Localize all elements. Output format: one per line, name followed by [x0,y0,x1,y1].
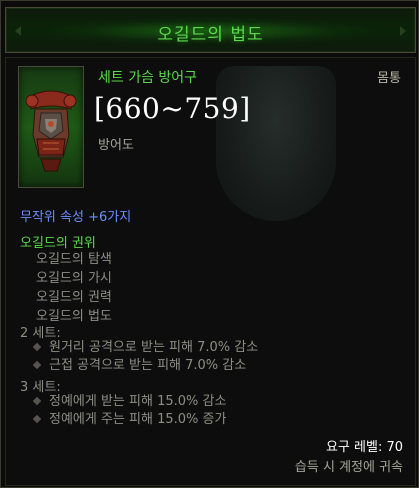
set-bonus-text: 정예에게 받는 피해 15.0% 감소 [49,394,227,409]
item-type: 세트 가슴 방어구 [98,70,198,86]
bullet-diamond-icon [32,360,42,370]
random-properties: 무작위 속성 +6가지 [20,210,132,225]
tooltip-body: 세트 가슴 방어구 몸통 [660~759] 방어도 무작위 속성 +6가지 오… [5,57,416,486]
armor-label: 방어도 [98,138,134,153]
set-bonus-effect: 정예에게 주는 피해 15.0% 증가 [32,411,227,429]
set-bonus-effect: 원거리 공격으로 받는 피해 7.0% 감소 [32,339,259,357]
bullet-diamond-icon [32,342,42,352]
item-tooltip: 오길드의 법도 세트 가슴 방어구 몸통 [660~759] 방어도 무작위 속… [0,0,419,488]
chest-armor-icon [25,90,77,172]
set-name: 오길드의 권위 [20,236,96,251]
set-bonus-text: 정예에게 주는 피해 15.0% 증가 [49,412,227,427]
shield-watermark [216,66,336,221]
set-item: 오길드의 탐색 [36,252,112,267]
bullet-diamond-icon [32,396,42,406]
set-item-list: 오길드의 탐색 오길드의 가시 오길드의 권력 오길드의 법도 [36,250,112,326]
tooltip-header: 오길드의 법도 [5,7,416,53]
required-level: 요구 레벨: 70 [325,440,403,455]
account-bound-text: 습득 시 계정에 귀속 [294,460,403,475]
item-name: 오길드의 법도 [157,25,264,45]
item-slot: 몸통 [377,71,401,86]
bullet-diamond-icon [32,414,42,424]
item-icon-frame [18,66,84,188]
set-bonus-effect: 근접 공격으로 받는 피해 7.0% 감소 [32,357,247,375]
set-bonus-text: 근접 공격으로 받는 피해 7.0% 감소 [49,358,247,373]
set-bonus-effect: 정예에게 받는 피해 15.0% 감소 [32,393,227,411]
armor-value: [660~759] [94,92,251,125]
set-item: 오길드의 가시 [36,271,112,286]
set-bonus-text: 원거리 공격으로 받는 피해 7.0% 감소 [49,340,259,355]
set-item: 오길드의 권력 [36,290,112,305]
